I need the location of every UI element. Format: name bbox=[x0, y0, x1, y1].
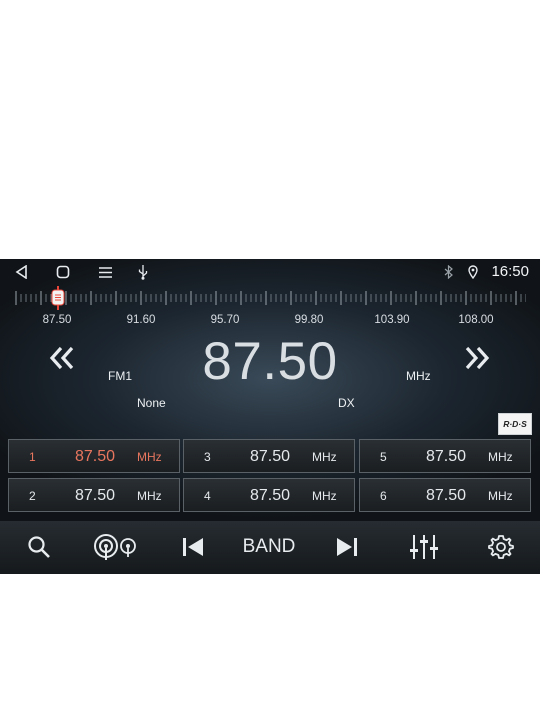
scale-label: 103.90 bbox=[374, 314, 410, 326]
frequency-scale[interactable] bbox=[14, 286, 526, 310]
preset-2[interactable]: 2 87.50 MHz bbox=[8, 478, 180, 512]
preset-frequency: 87.50 bbox=[250, 487, 291, 504]
search-icon bbox=[28, 536, 50, 558]
current-frequency: 87.50 bbox=[202, 332, 338, 391]
preset-frequency: 87.50 bbox=[426, 448, 467, 465]
scale-label: 91.60 bbox=[126, 314, 156, 326]
search-button[interactable] bbox=[24, 530, 54, 564]
home-icon[interactable] bbox=[55, 263, 71, 281]
preset-unit: MHz bbox=[488, 450, 513, 464]
back-icon[interactable] bbox=[14, 263, 30, 281]
dx-mode-label[interactable]: DX bbox=[338, 396, 355, 410]
bottom-toolbar: BAND bbox=[0, 521, 540, 574]
preset-number: 1 bbox=[29, 450, 36, 464]
tuning-needle[interactable] bbox=[51, 286, 65, 310]
preset-number: 6 bbox=[380, 489, 387, 503]
preset-number: 3 bbox=[204, 450, 211, 464]
scale-label: 99.80 bbox=[294, 314, 324, 326]
preset-4[interactable]: 4 87.50 MHz bbox=[183, 478, 355, 512]
scale-label: 108.00 bbox=[458, 314, 494, 326]
scale-label: 95.70 bbox=[210, 314, 240, 326]
preset-number: 2 bbox=[29, 489, 36, 503]
preset-unit: MHz bbox=[137, 489, 162, 503]
next-button[interactable] bbox=[334, 530, 360, 564]
preset-unit: MHz bbox=[137, 450, 162, 464]
preset-number: 5 bbox=[380, 450, 387, 464]
unit-label: MHz bbox=[406, 369, 431, 383]
preset-frequency: 87.50 bbox=[426, 487, 467, 504]
preset-number: 4 bbox=[204, 489, 211, 503]
band-button[interactable]: BAND bbox=[238, 530, 300, 564]
skip-next-icon bbox=[337, 538, 357, 556]
preset-unit: MHz bbox=[488, 489, 513, 503]
settings-button[interactable] bbox=[486, 530, 516, 564]
preset-frequency: 87.50 bbox=[75, 487, 116, 504]
band-label: FM1 bbox=[108, 369, 132, 383]
equalizer-button[interactable] bbox=[408, 530, 440, 564]
preset-frequency: 87.50 bbox=[75, 448, 116, 465]
preset-1[interactable]: 1 87.50 MHz bbox=[8, 439, 180, 473]
preset-frequency: 87.50 bbox=[250, 448, 291, 465]
usb-icon bbox=[136, 263, 150, 281]
menu-icon[interactable] bbox=[97, 263, 113, 281]
preset-5[interactable]: 5 87.50 MHz bbox=[359, 439, 531, 473]
previous-button[interactable] bbox=[180, 530, 206, 564]
status-bar: 16:50 bbox=[0, 259, 540, 285]
location-icon bbox=[467, 263, 479, 281]
pty-label: None bbox=[137, 396, 166, 410]
gear-icon bbox=[488, 535, 514, 559]
radio-screen: 16:50 87.50 91.60 95.70 99.80 103.90 108… bbox=[0, 259, 540, 574]
clock: 16:50 bbox=[491, 263, 529, 280]
equalizer-icon bbox=[410, 535, 438, 559]
preset-6[interactable]: 6 87.50 MHz bbox=[359, 478, 531, 512]
broadcast-button[interactable] bbox=[92, 530, 138, 564]
bluetooth-icon bbox=[442, 263, 454, 281]
preset-unit: MHz bbox=[312, 489, 337, 503]
skip-previous-icon bbox=[183, 538, 203, 556]
preset-unit: MHz bbox=[312, 450, 337, 464]
scale-label: 87.50 bbox=[42, 314, 72, 326]
preset-3[interactable]: 3 87.50 MHz bbox=[183, 439, 355, 473]
rds-badge[interactable]: R·D·S bbox=[498, 413, 532, 435]
broadcast-icon bbox=[94, 534, 136, 560]
